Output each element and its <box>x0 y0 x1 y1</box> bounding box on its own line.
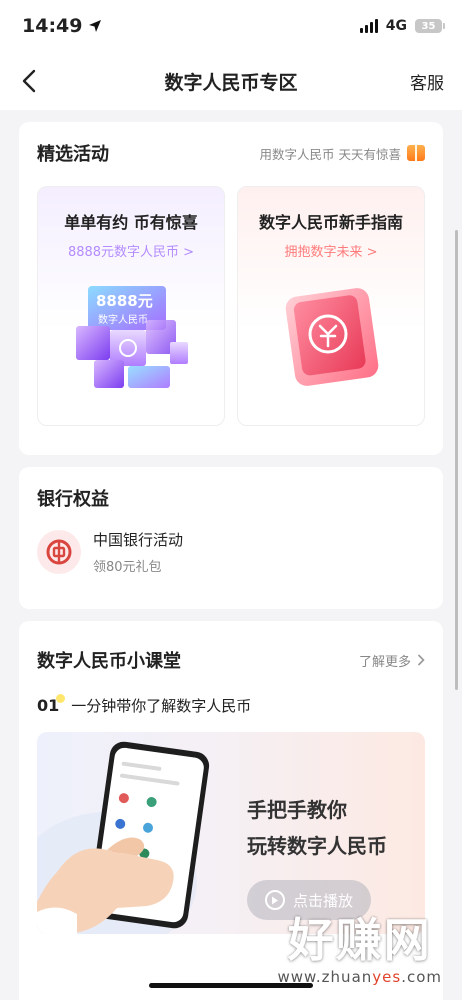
activities-title: 精选活动 <box>37 144 109 165</box>
chevron-left-icon <box>22 69 36 93</box>
activity-tile-guide[interactable]: 数字人民币新手指南 拥抱数字未来 > <box>237 186 425 426</box>
video-title-line1: 手把手教你 <box>247 798 347 822</box>
featured-activities-card: 精选活动 用数字人民币 天天有惊喜 单单有约 币有惊喜 8888元数字人民币 > <box>19 122 443 455</box>
battery-icon: 35 <box>415 19 445 33</box>
location-arrow-icon <box>89 20 102 32</box>
bank-benefit-text: 中国银行活动 领80元礼包 <box>93 529 183 575</box>
activities-subtitle[interactable]: 用数字人民币 天天有惊喜 <box>260 144 425 163</box>
bank-benefit-name: 中国银行活动 <box>93 531 184 549</box>
network-label: 4G <box>385 18 407 34</box>
lesson-number: 01 <box>37 694 66 715</box>
lesson-item[interactable]: 01 一分钟带你了解数字人民币 <box>37 694 425 716</box>
status-time: 14:49 <box>22 15 102 37</box>
video-title: 手把手教你 玩转数字人民币 <box>247 792 387 864</box>
status-indicators: 4G 35 <box>359 18 445 34</box>
bank-benefits-title: 银行权益 <box>37 489 109 510</box>
chevron-right-icon <box>417 654 425 666</box>
tile-subtitle: 8888元数字人民币 > <box>67 245 195 260</box>
digital-yuan-card-icon <box>238 282 424 392</box>
video-banner[interactable]: 手把手教你 玩转数字人民币 点击播放 <box>37 732 425 934</box>
activity-tiles: 单单有约 币有惊喜 8888元数字人民币 > 8888元 数字人民币 数字人民币… <box>37 186 425 426</box>
learn-more-link[interactable]: 了解更多 <box>359 651 425 670</box>
bank-of-china-logo-icon <box>37 530 81 574</box>
scrollbar[interactable] <box>455 230 458 690</box>
play-label: 点击播放 <box>292 891 353 910</box>
back-button[interactable] <box>14 66 44 96</box>
classroom-header: 数字人民币小课堂 了解更多 <box>37 647 425 673</box>
lesson-title: 一分钟带你了解数字人民币 <box>71 697 252 715</box>
cube-text-label: 数字人民币 <box>98 313 148 326</box>
home-indicator[interactable] <box>149 983 313 988</box>
bank-benefits-card: 银行权益 中国银行活动 领80元礼包 <box>19 467 443 609</box>
tile-title: 单单有约 币有惊喜 <box>64 213 198 232</box>
customer-service-button[interactable]: 客服 <box>410 69 444 94</box>
hand-holding-phone-illustration <box>37 741 210 934</box>
activities-header: 精选活动 用数字人民币 天天有惊喜 <box>37 140 425 166</box>
status-bar: 14:49 4G 35 <box>0 0 462 52</box>
bank-benefit-desc: 领80元礼包 <box>93 560 162 575</box>
activities-subtitle-text: 用数字人民币 天天有惊喜 <box>259 146 401 162</box>
activity-tile-promo[interactable]: 单单有约 币有惊喜 8888元数字人民币 > 8888元 数字人民币 <box>37 186 225 426</box>
battery-level: 35 <box>421 20 436 32</box>
promo-cube-illustration: 8888元 数字人民币 <box>38 282 224 392</box>
tile-title: 数字人民币新手指南 <box>258 213 403 232</box>
video-title-line2: 玩转数字人民币 <box>247 834 387 858</box>
tile-subtitle: 拥抱数字未来 > <box>284 245 378 260</box>
classroom-card: 数字人民币小课堂 了解更多 01 一分钟带你了解数字人民币 手把手教你 玩转数字… <box>19 621 443 1000</box>
learn-more-label: 了解更多 <box>358 654 411 670</box>
cube-text-amount: 8888元 <box>96 292 153 310</box>
status-time-text: 14:49 <box>22 15 83 37</box>
classroom-title: 数字人民币小课堂 <box>37 651 181 672</box>
signal-icon <box>359 19 378 33</box>
play-button[interactable]: 点击播放 <box>247 880 371 920</box>
content-scroll-area[interactable]: 精选活动 用数字人民币 天天有惊喜 单单有约 币有惊喜 8888元数字人民币 > <box>0 110 462 1000</box>
page-title: 数字人民币专区 <box>164 71 298 94</box>
bank-benefit-item[interactable]: 中国银行活动 领80元礼包 <box>37 529 425 575</box>
gift-icon <box>407 145 425 161</box>
play-icon <box>264 890 285 910</box>
nav-bar: 数字人民币专区 客服 <box>0 52 462 110</box>
